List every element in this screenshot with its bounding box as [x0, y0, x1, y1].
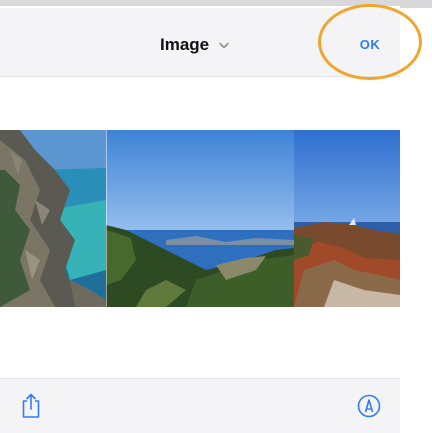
ok-button-label: OK	[359, 36, 381, 52]
image-picker-screen: Image OK	[0, 0, 432, 433]
rocky-coast-photo[interactable]	[0, 130, 106, 307]
markup-icon	[356, 393, 382, 424]
bay-view-photo[interactable]	[106, 130, 294, 307]
navigation-bar: Image	[0, 8, 400, 77]
bottom-toolbar	[0, 378, 400, 433]
share-icon	[21, 393, 41, 424]
chevron-down-icon	[217, 38, 231, 52]
share-button[interactable]	[16, 393, 46, 423]
markup-button[interactable]	[354, 393, 384, 423]
photo-strip	[0, 130, 400, 307]
page-title: Image	[160, 35, 210, 54]
ok-button[interactable]: OK	[342, 26, 398, 62]
title-menu[interactable]: Image	[160, 34, 231, 56]
coastal-shrub-photo[interactable]	[294, 130, 400, 307]
